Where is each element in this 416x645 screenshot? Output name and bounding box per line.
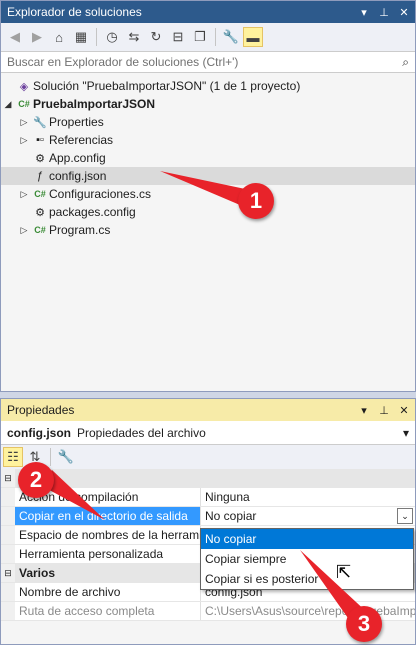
back-icon[interactable]: ◀ [5, 27, 25, 47]
property-name: Espacio de nombres de la herramie [15, 526, 201, 544]
tree-row-packages-config[interactable]: ⚙ packages.config [1, 203, 415, 221]
csharp-project-icon: C# [18, 99, 30, 109]
categorized-icon[interactable]: ☷ [3, 447, 23, 467]
callout-badge-1: 1 [238, 183, 274, 219]
property-value: No copiar [205, 509, 257, 523]
tree-row-properties[interactable]: ▷ 🔧 Properties [1, 113, 415, 131]
csharp-file-icon: C# [34, 225, 46, 235]
search-icon: ⌕ [402, 54, 409, 69]
tree-item-label: Configuraciones.cs [49, 187, 152, 201]
sync-icon[interactable]: ⇆ [124, 27, 144, 47]
object-description: Propiedades del archivo [77, 425, 206, 440]
category-label: Varios [19, 566, 56, 580]
property-name: Ruta de acceso completa [15, 602, 201, 620]
collapse-icon[interactable]: ⊟ [1, 469, 15, 487]
pin-icon[interactable]: ⊥ [377, 404, 391, 417]
dropdown-option[interactable]: Copiar si es posterior [201, 569, 413, 589]
close-icon[interactable]: ✕ [397, 404, 411, 417]
property-name: Nombre de archivo [15, 583, 201, 601]
property-value[interactable]: Ninguna [201, 488, 415, 506]
window-menu-icon[interactable]: ▾ [357, 6, 371, 19]
collapsed-arrow-icon[interactable]: ▷ [17, 189, 31, 200]
toolbar-separator [215, 28, 216, 46]
chevron-down-icon[interactable]: ▾ [403, 426, 409, 440]
collapse-all-icon[interactable]: ⊟ [168, 27, 188, 47]
solution-explorer-panel: Explorador de soluciones ▾ ⊥ ✕ ◀ ▶ ⌂ ▦ ◷… [0, 0, 416, 392]
solution-explorer-toolbar: ◀ ▶ ⌂ ▦ ◷ ⇆ ↻ ⊟ ❐ 🔧 ▬ [1, 23, 415, 51]
tree-row-project[interactable]: ◢ C# PruebaImportarJSON [1, 95, 415, 113]
collapsed-arrow-icon[interactable]: ▷ [17, 135, 31, 146]
search-input[interactable]: Buscar en Explorador de soluciones (Ctrl… [1, 51, 415, 73]
solution-icon: ◈ [19, 80, 29, 93]
copy-output-dropdown-list[interactable]: No copiar Copiar siempre Copiar si es po… [200, 528, 414, 590]
mouse-cursor-icon: ⇱ [336, 562, 352, 582]
tree-item-label: Referencias [49, 133, 114, 147]
collapse-icon[interactable]: ⊟ [1, 564, 15, 582]
solution-label: Solución "PruebaImportarJSON" (1 de 1 pr… [33, 79, 301, 93]
pending-changes-icon[interactable]: ◷ [102, 27, 122, 47]
wrench-icon: 🔧 [33, 116, 47, 129]
property-pages-icon[interactable]: 🔧 [56, 447, 76, 467]
refresh-icon[interactable]: ↻ [146, 27, 166, 47]
tree-item-label: config.json [49, 169, 107, 183]
switch-views-icon[interactable]: ▦ [71, 27, 91, 47]
toolbar-separator [96, 28, 97, 46]
properties-toolbar: ☷ ⇅ 🔧 [1, 445, 415, 469]
property-value[interactable]: C:\Users\Asus\source\repos\PruebaImpo [201, 602, 415, 620]
callout-badge-3: 3 [346, 606, 382, 642]
object-name: config.json [7, 425, 71, 440]
solution-explorer-title: Explorador de soluciones [7, 5, 142, 19]
references-icon: ▪▫ [36, 134, 44, 146]
tree-row-references[interactable]: ▷ ▪▫ Referencias [1, 131, 415, 149]
category-advanced[interactable]: ⊟ das [1, 469, 415, 488]
tree-item-label: Program.cs [49, 223, 111, 237]
property-name: Copiar en el directorio de salida [15, 507, 201, 525]
property-row-selected[interactable]: Copiar en el directorio de salida No cop… [1, 507, 415, 526]
property-name: Herramienta personalizada [15, 545, 201, 563]
tree-row-program[interactable]: ▷ C# Program.cs [1, 221, 415, 239]
json-file-icon: ƒ [36, 170, 44, 182]
home-icon[interactable]: ⌂ [49, 27, 69, 47]
properties-object-selector[interactable]: config.json Propiedades del archivo ▾ [1, 421, 415, 445]
close-icon[interactable]: ✕ [397, 6, 411, 19]
solution-explorer-titlebar: Explorador de soluciones ▾ ⊥ ✕ [1, 1, 415, 23]
forward-icon[interactable]: ▶ [27, 27, 47, 47]
project-label: PruebaImportarJSON [33, 97, 156, 111]
window-menu-icon[interactable]: ▾ [357, 404, 371, 417]
tree-row-solution[interactable]: ◈ Solución "PruebaImportarJSON" (1 de 1 … [1, 77, 415, 95]
property-value-select[interactable]: No copiar ⌄ [201, 507, 415, 525]
pin-icon[interactable]: ⊥ [377, 6, 391, 19]
dropdown-option[interactable]: Copiar siempre [201, 549, 413, 569]
tree-row-configuraciones[interactable]: ▷ C# Configuraciones.cs [1, 185, 415, 203]
callout-badge-2: 2 [18, 462, 54, 498]
csharp-file-icon: C# [34, 189, 46, 199]
show-all-files-icon[interactable]: ❐ [190, 27, 210, 47]
config-file-icon: ⚙ [35, 152, 45, 165]
properties-wrench-icon[interactable]: 🔧 [221, 27, 241, 47]
dropdown-option[interactable]: No copiar [201, 529, 413, 549]
collapsed-arrow-icon[interactable]: ▷ [17, 225, 31, 236]
properties-titlebar: Propiedades ▾ ⊥ ✕ [1, 399, 415, 421]
preview-icon[interactable]: ▬ [243, 27, 263, 47]
property-row[interactable]: Acción de compilación Ninguna [1, 488, 415, 507]
config-file-icon: ⚙ [35, 206, 45, 219]
collapsed-arrow-icon[interactable]: ▷ [17, 117, 31, 128]
expanded-arrow-icon[interactable]: ◢ [1, 99, 15, 110]
properties-title: Propiedades [7, 403, 75, 417]
solution-tree: ◈ Solución "PruebaImportarJSON" (1 de 1 … [1, 73, 415, 239]
tree-row-config-json[interactable]: ƒ config.json [1, 167, 415, 185]
chevron-down-icon[interactable]: ⌄ [397, 508, 413, 524]
tree-row-app-config[interactable]: ⚙ App.config [1, 149, 415, 167]
tree-item-label: packages.config [49, 205, 136, 219]
tree-item-label: App.config [49, 151, 106, 165]
toolbar-separator [50, 448, 51, 466]
tree-item-label: Properties [49, 115, 104, 129]
search-placeholder: Buscar en Explorador de soluciones (Ctrl… [7, 55, 239, 69]
